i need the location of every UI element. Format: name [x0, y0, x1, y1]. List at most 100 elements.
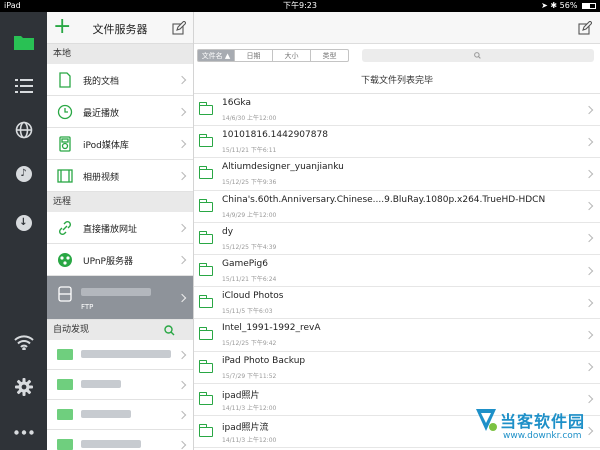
folder-icon — [198, 359, 213, 373]
wifi-icon — [13, 335, 34, 350]
section-remote: 远程 — [47, 192, 193, 212]
chevron-right-icon — [584, 169, 594, 179]
rail-list-button[interactable] — [0, 71, 47, 101]
chevron-right-icon — [177, 107, 187, 116]
watermark-brand: 当客软件园 — [500, 412, 586, 431]
edit-servers-button[interactable] — [172, 20, 187, 39]
edit-icon — [172, 20, 187, 35]
monitor-icon — [57, 409, 73, 420]
globe-icon — [15, 121, 32, 139]
edit-files-button[interactable] — [578, 20, 593, 39]
file-row[interactable]: iPad Photo Backup 15/7/29 下午11:52 — [194, 352, 600, 384]
file-name: China's.60th.Anniversary.Chinese....9.Bl… — [222, 194, 546, 205]
ftp-label: FTP — [81, 303, 94, 311]
main-toolbar — [194, 12, 600, 44]
monitor-icon — [57, 379, 73, 390]
file-row[interactable]: 16Gka 14/6/30 上午12:00 — [194, 94, 600, 127]
redacted-server-name — [81, 288, 151, 296]
file-row[interactable]: China's.60th.Anniversary.Chinese....9.Bl… — [194, 191, 600, 223]
chevron-right-icon — [584, 266, 594, 275]
file-name: 10101816.1442907878 — [222, 130, 328, 141]
section-local: 本地 — [47, 44, 193, 64]
sidebar-item-label: 我的文档 — [83, 77, 120, 87]
file-date: 15/11/5 下午6:03 — [222, 308, 273, 316]
rail-settings-button[interactable] — [0, 372, 47, 402]
file-name: GamePig6 — [222, 258, 268, 269]
file-date: 15/12/25 下午9:36 — [222, 179, 277, 187]
rail-download-button[interactable]: ↓ — [0, 208, 47, 238]
watermark: 当客软件园 www.downkr.com — [473, 405, 600, 450]
clock-icon — [57, 104, 73, 120]
sort-segmented-control: 文件名 ▲ 日期 大小 类型 — [197, 49, 349, 62]
file-row[interactable]: 10101816.1442907878 15/11/21 下午6:11 — [194, 126, 600, 159]
folder-icon — [198, 134, 213, 148]
file-name: Altiumdesigner_yuanjianku — [222, 162, 344, 173]
sidebar: + 文件服务器 本地 我的文档 最近播放 iPod媒体库 相册视频 远程 直接播… — [47, 12, 194, 450]
sidebar-item-ipod-library[interactable]: iPod媒体库 — [47, 128, 193, 160]
folder-icon — [198, 295, 213, 309]
file-row[interactable]: Intel_1991-1992_revA 15/12/25 下午9:42 — [194, 319, 600, 352]
file-row[interactable]: dy 15/12/25 下午4:39 — [194, 223, 600, 255]
chevron-right-icon — [584, 201, 594, 211]
discovered-device[interactable] — [47, 340, 193, 370]
sidebar-item-upnp[interactable]: UPnP服务器 — [47, 244, 193, 276]
folder-icon — [198, 391, 213, 405]
rail-browser-button[interactable] — [0, 115, 47, 145]
file-date: 15/11/21 下午6:24 — [222, 275, 277, 283]
status-right: ➤ ✱ 56% — [541, 0, 596, 12]
sort-by-size-tab[interactable]: 大小 — [273, 49, 311, 62]
discovered-device[interactable] — [47, 370, 193, 400]
sidebar-item-my-documents[interactable]: 我的文档 — [47, 64, 193, 96]
sort-by-type-tab[interactable]: 类型 — [311, 49, 349, 62]
file-row[interactable]: iCloud Photos 15/11/5 下午6:03 — [194, 287, 600, 320]
folder-icon — [198, 198, 213, 212]
redacted-device-name — [81, 350, 171, 358]
file-row[interactable]: GamePig6 15/11/21 下午6:24 — [194, 255, 600, 288]
discovered-device[interactable] — [47, 430, 193, 450]
folder-icon — [198, 262, 213, 276]
list-icon — [14, 79, 33, 93]
more-icon — [13, 429, 34, 435]
search-input[interactable] — [362, 49, 594, 62]
clock: 下午9:23 — [283, 1, 317, 10]
sidebar-item-label: 直接播放网址 — [83, 225, 138, 235]
chevron-right-icon — [177, 380, 187, 389]
file-name: iPad Photo Backup — [222, 355, 306, 366]
sidebar-item-ftp-server[interactable]: FTP — [47, 276, 193, 320]
chevron-right-icon — [177, 75, 187, 84]
sort-by-date-tab[interactable]: 日期 — [235, 49, 273, 62]
sort-by-name-tab[interactable]: 文件名 ▲ — [197, 49, 235, 62]
monitor-icon — [57, 439, 73, 450]
left-rail: ♪ ↓ — [0, 12, 47, 450]
redacted-device-name — [81, 380, 121, 388]
upnp-icon — [58, 253, 72, 267]
sidebar-item-album-videos[interactable]: 相册视频 — [47, 160, 193, 192]
server-icon — [58, 286, 72, 302]
edit-icon — [578, 20, 593, 35]
file-name: iCloud Photos — [222, 291, 284, 302]
file-name: 16Gka — [222, 98, 251, 108]
search-icon — [474, 52, 481, 59]
sidebar-item-direct-url[interactable]: 直接播放网址 — [47, 212, 193, 244]
section-auto-discover-label: 自动发现 — [53, 325, 90, 335]
sidebar-item-label: UPnP服务器 — [83, 257, 133, 267]
sidebar-item-recent[interactable]: 最近播放 — [47, 96, 193, 128]
chevron-right-icon — [177, 255, 187, 264]
chevron-right-icon — [177, 171, 187, 180]
file-date: 15/12/25 下午9:42 — [222, 340, 277, 348]
discovered-device[interactable] — [47, 400, 193, 430]
location-icon: ➤ — [541, 1, 548, 10]
chevron-right-icon — [584, 234, 594, 243]
battery-percent: 56% — [559, 1, 578, 10]
rail-music-button[interactable]: ♪ — [0, 159, 47, 189]
chevron-right-icon — [584, 362, 594, 372]
file-date: 14/11/3 上午12:00 — [222, 404, 277, 412]
section-auto-discover: 自动发现 — [47, 320, 193, 340]
rail-wifi-button[interactable] — [0, 327, 47, 357]
file-row[interactable]: Altiumdesigner_yuanjianku 15/12/25 下午9:36 — [194, 158, 600, 191]
rail-more-button[interactable] — [0, 417, 47, 447]
file-date: 15/7/29 下午11:52 — [222, 372, 277, 380]
chevron-right-icon — [177, 223, 187, 232]
folder-icon — [198, 230, 213, 244]
rail-files-button[interactable] — [0, 27, 47, 57]
